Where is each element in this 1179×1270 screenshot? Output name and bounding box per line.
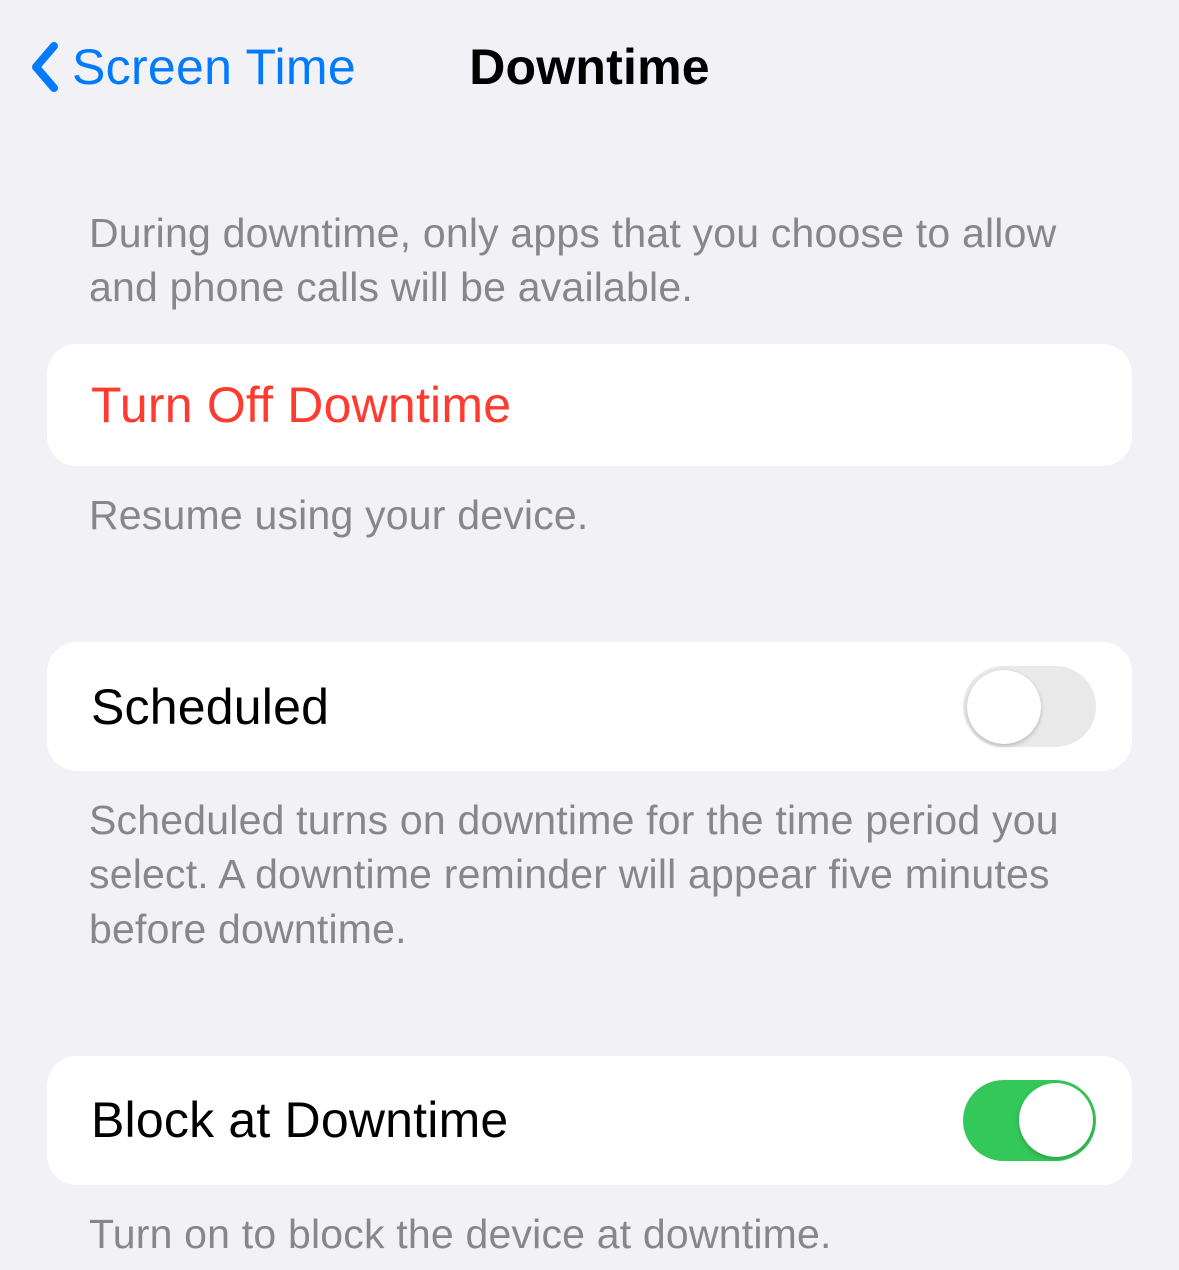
scheduled-label: Scheduled — [91, 678, 329, 736]
scheduled-footer: Scheduled turns on downtime for the time… — [47, 771, 1132, 955]
block-toggle[interactable] — [963, 1080, 1096, 1161]
header: Screen Time Downtime — [0, 0, 1179, 126]
content: During downtime, only apps that you choo… — [0, 126, 1179, 1261]
turn-off-downtime-button[interactable]: Turn Off Downtime — [47, 344, 1132, 466]
back-label: Screen Time — [72, 38, 356, 96]
intro-description: During downtime, only apps that you choo… — [47, 126, 1132, 344]
scheduled-row: Scheduled — [47, 642, 1132, 771]
toggle-knob — [967, 670, 1041, 744]
block-row: Block at Downtime — [47, 1056, 1132, 1185]
back-button[interactable]: Screen Time — [30, 38, 356, 96]
toggle-knob — [1019, 1083, 1093, 1157]
scheduled-toggle[interactable] — [963, 666, 1096, 747]
chevron-left-icon — [30, 42, 60, 92]
turn-off-footer: Resume using your device. — [47, 466, 1132, 542]
turn-off-label: Turn Off Downtime — [91, 376, 1088, 434]
block-footer: Turn on to block the device at downtime. — [47, 1185, 1132, 1261]
block-label: Block at Downtime — [91, 1091, 508, 1149]
